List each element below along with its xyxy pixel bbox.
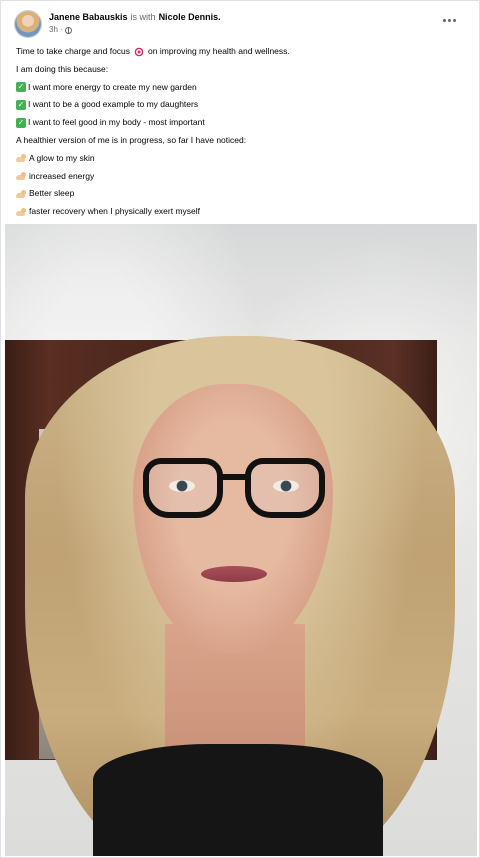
post-line: I am doing this because: — [16, 61, 467, 79]
black-top — [93, 744, 383, 856]
flexed-bicep-icon — [16, 154, 27, 163]
post-line: A glow to my skin — [16, 150, 467, 168]
text-segment: A healthier version of me is in progress… — [16, 134, 247, 145]
author-line: Janene Babauskis is with Nicole Dennis. — [49, 12, 221, 23]
text-segment: on improving my health and wellness. — [148, 46, 290, 56]
with-text: is with — [130, 12, 156, 22]
post-time[interactable]: 3h — [49, 25, 58, 35]
post-header: Janene Babauskis is with Nicole Dennis. 3h… — [13, 10, 469, 40]
post-line: A healthier version of me is in progress… — [16, 132, 467, 150]
text-segment: I want to feel good in my body - most im… — [28, 117, 205, 128]
tagged-name[interactable]: Nicole Dennis. — [159, 12, 221, 22]
eye — [273, 480, 299, 492]
text-segment: Better sleep — [29, 188, 75, 199]
post-line: increased energy — [16, 168, 467, 186]
text-segment: I want to be a good example to my daught… — [28, 99, 199, 110]
check-icon: ✓ — [16, 82, 26, 93]
check-icon: ✓ — [16, 100, 26, 111]
dot-icon — [452, 18, 456, 22]
glasses-bridge — [219, 474, 249, 480]
post-meta: 3h · — [49, 25, 72, 35]
post-line: ✓ I want more energy to create my new ga… — [16, 79, 467, 97]
text-segment: I want more energy to create my new gard… — [28, 81, 197, 92]
author-name[interactable]: Janene Babauskis — [49, 12, 128, 22]
post-photo[interactable] — [5, 224, 477, 856]
text-segment: Time to take charge and focus — [16, 46, 131, 56]
more-options-button[interactable] — [439, 13, 459, 27]
post-line: Better sleep — [16, 185, 467, 203]
text-segment: faster recovery when I physically exert … — [29, 206, 201, 217]
post-text: Time to take charge and focus on improvi… — [16, 43, 467, 221]
text-segment: A glow to my skin — [29, 152, 95, 163]
dot-icon — [447, 18, 451, 22]
eye — [169, 480, 195, 492]
text-segment: increased energy — [29, 170, 95, 181]
glasses — [143, 458, 325, 524]
dot-icon — [442, 18, 446, 22]
target-icon — [134, 46, 145, 57]
globe-icon — [64, 26, 72, 34]
post-line: Time to take charge and focus on improvi… — [16, 43, 467, 61]
lips — [201, 566, 267, 582]
dot-separator: · — [59, 25, 63, 34]
text-segment: I am doing this because: — [16, 63, 109, 74]
check-icon: ✓ — [16, 118, 26, 129]
post-line: ✓ I want to be a good example to my daug… — [16, 96, 467, 114]
flexed-bicep-icon — [16, 207, 27, 217]
flexed-bicep-icon — [16, 171, 27, 181]
post-line: ✓ I want to feel good in my body - most … — [16, 114, 467, 132]
post-line: faster recovery when I physically exert … — [16, 203, 467, 221]
facebook-post: Janene Babauskis is with Nicole Dennis. 3h… — [0, 0, 480, 858]
author-avatar[interactable] — [15, 11, 41, 37]
flexed-bicep-icon — [16, 189, 27, 199]
